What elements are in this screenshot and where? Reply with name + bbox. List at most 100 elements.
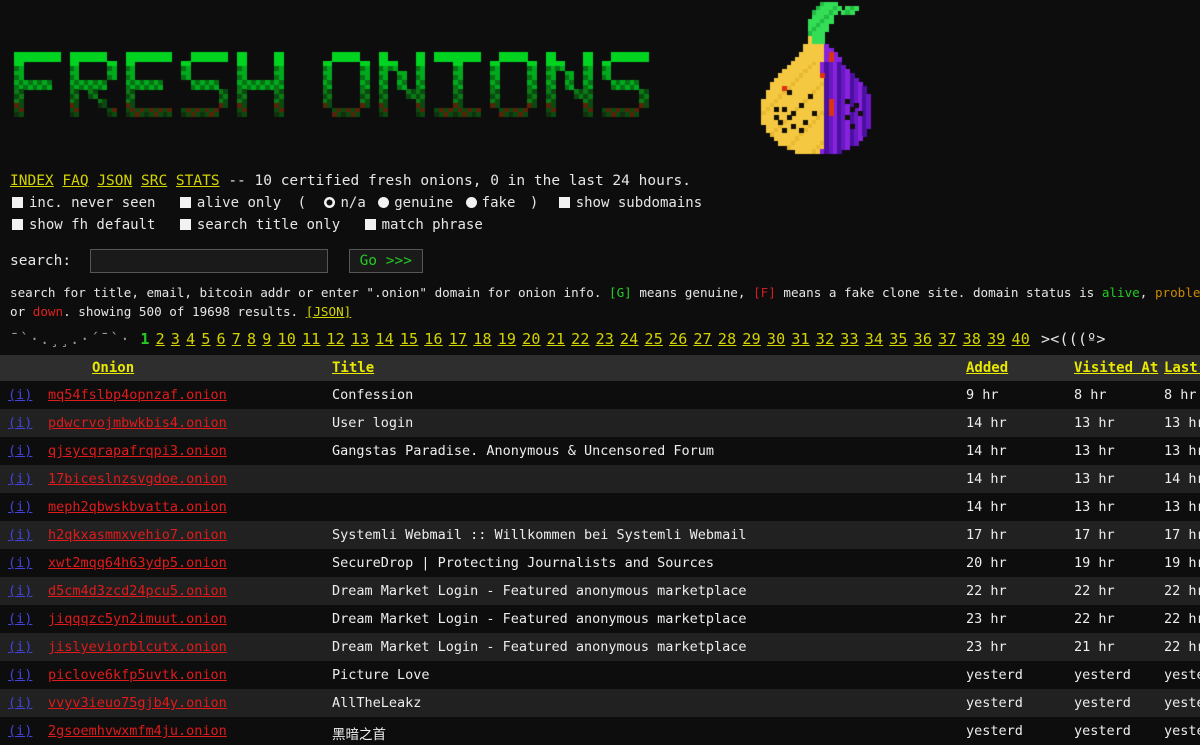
onion-link[interactable]: 2gsoemhvwxmfm4ju.onion [48, 723, 227, 739]
info-icon[interactable]: (i) [8, 611, 32, 627]
onion-link[interactable]: d5cm4d3zcd24pcu5.onion [48, 583, 227, 599]
pager-page-35[interactable]: 35 [889, 330, 907, 348]
pager-page-29[interactable]: 29 [742, 330, 760, 348]
pager-page-23[interactable]: 23 [596, 330, 614, 348]
row-added-cell: 23 hr [966, 605, 1074, 633]
row-onion-cell: 17biceslnzsvgdoe.onion [48, 465, 332, 493]
pager-page-7[interactable]: 7 [232, 330, 241, 348]
pager-page-37[interactable]: 37 [938, 330, 956, 348]
pager-page-6[interactable]: 6 [217, 330, 226, 348]
sort-title-link[interactable]: Title [332, 360, 374, 376]
nav-stats[interactable]: STATS [176, 173, 220, 189]
info-icon[interactable]: (i) [8, 695, 32, 711]
pager-page-34[interactable]: 34 [865, 330, 883, 348]
sort-visited-link[interactable]: Visited At [1074, 360, 1158, 376]
onion-link[interactable]: 17biceslnzsvgdoe.onion [48, 471, 227, 487]
onion-link[interactable]: jislyeviorblcutx.onion [48, 639, 227, 655]
pager-page-25[interactable]: 25 [645, 330, 663, 348]
opt-match-phrase[interactable] [365, 219, 376, 230]
info-icon[interactable]: (i) [8, 723, 32, 739]
pager-page-2[interactable]: 2 [156, 330, 165, 348]
opt-alive-only[interactable] [180, 197, 191, 208]
pager-page-16[interactable]: 16 [424, 330, 442, 348]
pager-page-9[interactable]: 9 [262, 330, 271, 348]
pager-page-33[interactable]: 33 [840, 330, 858, 348]
opt-show-subdomains[interactable] [559, 197, 570, 208]
help-text-c: means a fake clone site. domain status i… [776, 285, 1102, 300]
pager-page-39[interactable]: 39 [987, 330, 1005, 348]
onion-link[interactable]: mq54fslbp4opnzaf.onion [48, 387, 227, 403]
onion-link[interactable]: pdwcrvojmbwkbis4.onion [48, 415, 227, 431]
pager-page-38[interactable]: 38 [963, 330, 981, 348]
info-icon[interactable]: (i) [8, 555, 32, 571]
radio-genuine[interactable] [378, 197, 389, 208]
sort-lastup-link[interactable]: Last Up [1164, 360, 1200, 376]
pager-page-21[interactable]: 21 [547, 330, 565, 348]
sort-added-link[interactable]: Added [966, 360, 1008, 376]
json-results-link[interactable]: [JSON] [306, 304, 352, 319]
pager-page-10[interactable]: 10 [277, 330, 295, 348]
pager-page-18[interactable]: 18 [473, 330, 491, 348]
info-icon[interactable]: (i) [8, 667, 32, 683]
pager-page-19[interactable]: 19 [498, 330, 516, 348]
nav-index[interactable]: INDEX [10, 173, 54, 189]
pager-page-13[interactable]: 13 [351, 330, 369, 348]
pager-page-24[interactable]: 24 [620, 330, 638, 348]
pager-page-5[interactable]: 5 [201, 330, 210, 348]
row-onion-cell: jislyeviorblcutx.onion [48, 633, 332, 661]
nav-json[interactable]: JSON [97, 173, 132, 189]
pager-page-17[interactable]: 17 [449, 330, 467, 348]
opt-search-title-only[interactable] [180, 219, 191, 230]
onion-link[interactable]: meph2qbwskbvatta.onion [48, 499, 227, 515]
onion-link[interactable]: piclove6kfp5uvtk.onion [48, 667, 227, 683]
pager-page-40[interactable]: 40 [1012, 330, 1030, 348]
row-lastup-cell: 22 hr [1164, 633, 1200, 661]
pager-page-26[interactable]: 26 [669, 330, 687, 348]
pager-page-20[interactable]: 20 [522, 330, 540, 348]
go-button[interactable]: Go >>> [349, 249, 423, 273]
search-input[interactable] [90, 249, 328, 273]
opt-inc-never-seen[interactable] [12, 197, 23, 208]
pager-page-30[interactable]: 30 [767, 330, 785, 348]
row-lastup-cell: 22 hr [1164, 577, 1200, 605]
sort-onion-link[interactable]: Onion [92, 360, 134, 376]
onion-link[interactable]: qjsycqrapafrqpi3.onion [48, 443, 227, 459]
onion-link[interactable]: h2qkxasmmxvehio7.onion [48, 527, 227, 543]
opt-show-fh-default-label: show fh default [29, 217, 155, 233]
onion-link[interactable]: vvyv3ieuo75gjb4y.onion [48, 695, 227, 711]
table-body: (i)mq54fslbp4opnzaf.onionConfession9 hr8… [0, 381, 1200, 745]
info-icon[interactable]: (i) [8, 639, 32, 655]
row-onion-cell: pdwcrvojmbwkbis4.onion [48, 409, 332, 437]
info-icon[interactable]: (i) [8, 387, 32, 403]
info-icon[interactable]: (i) [8, 415, 32, 431]
row-onion-cell: mq54fslbp4opnzaf.onion [48, 381, 332, 409]
pager-page-4[interactable]: 4 [186, 330, 195, 348]
onion-link[interactable]: jiqqqzc5yn2imuut.onion [48, 611, 227, 627]
onion-link[interactable]: xwt2mqq64h63ydp5.onion [48, 555, 227, 571]
info-icon[interactable]: (i) [8, 499, 32, 515]
radio-fake[interactable] [466, 197, 477, 208]
row-added-cell: 22 hr [966, 577, 1074, 605]
pager-page-8[interactable]: 8 [247, 330, 256, 348]
row-lastup-cell: 14 hr [1164, 465, 1200, 493]
col-added: Added [966, 355, 1074, 381]
info-icon[interactable]: (i) [8, 471, 32, 487]
pager-page-11[interactable]: 11 [302, 330, 320, 348]
pager-page-28[interactable]: 28 [718, 330, 736, 348]
info-icon[interactable]: (i) [8, 527, 32, 543]
info-icon[interactable]: (i) [8, 583, 32, 599]
pager-page-27[interactable]: 27 [693, 330, 711, 348]
pager-page-31[interactable]: 31 [791, 330, 809, 348]
pager-page-32[interactable]: 32 [816, 330, 834, 348]
nav-src[interactable]: SRC [141, 173, 167, 189]
pager-page-12[interactable]: 12 [326, 330, 344, 348]
opt-show-fh-default[interactable] [12, 219, 23, 230]
pager-page-15[interactable]: 15 [400, 330, 418, 348]
info-icon[interactable]: (i) [8, 443, 32, 459]
nav-faq[interactable]: FAQ [62, 173, 88, 189]
pager-page-22[interactable]: 22 [571, 330, 589, 348]
pager-page-3[interactable]: 3 [171, 330, 180, 348]
pager-page-14[interactable]: 14 [375, 330, 393, 348]
pager-page-36[interactable]: 36 [914, 330, 932, 348]
radio-na[interactable] [324, 197, 335, 208]
